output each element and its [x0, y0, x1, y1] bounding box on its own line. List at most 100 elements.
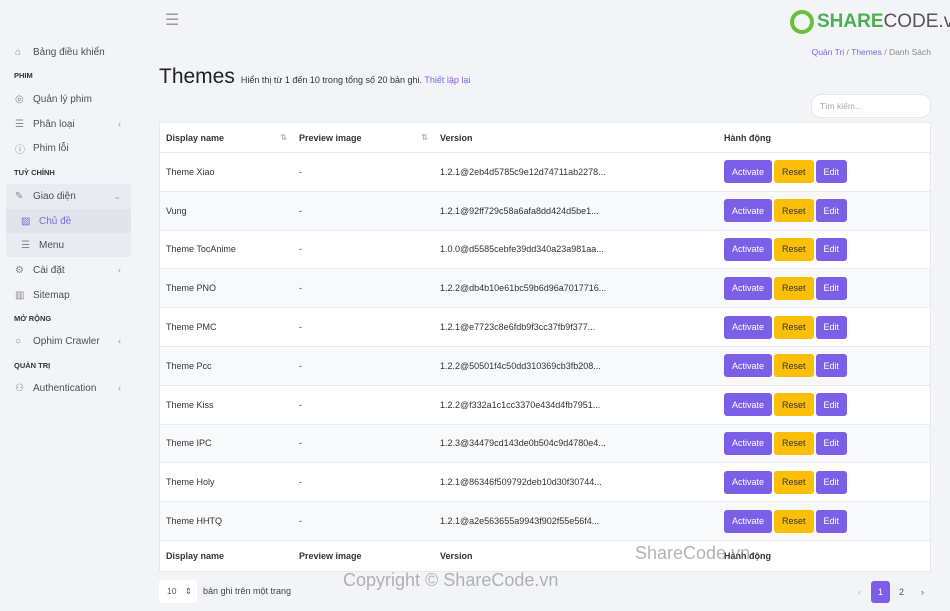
reset-button[interactable]: Reset [774, 237, 814, 261]
edit-button[interactable]: Edit [815, 470, 848, 494]
row-actions: Activate Reset Edit [718, 237, 930, 261]
breadcrumb-themes[interactable]: Themes [851, 47, 882, 57]
chevron-left-icon: ‹ [118, 265, 121, 275]
sidebar-item-movies[interactable]: ◎ Quản lý phim [6, 88, 131, 110]
page-1-button[interactable]: 1 [871, 581, 890, 603]
table-row: Theme Pcc - 1.2.2@50501f4c50dd310369cb3f… [160, 346, 930, 386]
breadcrumb: Quản Trị / Themes / Danh Sách [811, 47, 931, 57]
theme-version: 1.0.0@d5585cebfe39dd340a23a981aa... [440, 244, 604, 255]
edit-button[interactable]: Edit [815, 354, 848, 378]
table-header: Display name ⇅ Preview image ⇅ Version Hàn… [160, 123, 930, 153]
table-row: Theme Holy - 1.2.1@86346f509792deb10d30f… [160, 463, 930, 503]
activate-button[interactable]: Activate [724, 393, 773, 417]
reset-button[interactable]: Reset [774, 276, 814, 300]
chevron-left-icon: ‹ [118, 383, 121, 393]
theme-preview: - [299, 244, 302, 255]
activate-button[interactable]: Activate [724, 160, 773, 184]
activate-button[interactable]: Activate [724, 509, 773, 533]
table-footer-header: Display name Preview image Version Hành … [160, 541, 930, 571]
reset-button[interactable]: Reset [774, 160, 814, 184]
watermark-copyright: Copyright © ShareCode.vn [343, 570, 559, 590]
edit-button[interactable]: Edit [815, 431, 848, 455]
activate-button[interactable]: Activate [724, 354, 773, 378]
activate-button[interactable]: Activate [724, 276, 773, 300]
reset-button[interactable]: Reset [774, 431, 814, 455]
breadcrumb-admin[interactable]: Quản Trị [812, 47, 845, 57]
theme-preview: - [299, 166, 302, 177]
list-icon: ☰ [15, 118, 24, 130]
theme-name: Theme IPC [166, 438, 212, 449]
edit-button[interactable]: Edit [815, 237, 848, 261]
activate-button[interactable]: Activate [724, 470, 773, 494]
col-footer-preview: Preview image [299, 550, 362, 561]
map-icon: ▥ [15, 289, 25, 301]
theme-preview: - [299, 399, 302, 410]
theme-name: Theme Pcc [166, 360, 212, 371]
sidebar-item-broken[interactable]: ⓘ Phim lỗi [6, 137, 131, 159]
section-label: MỞ RỘNG [14, 314, 52, 323]
reset-button[interactable]: Reset [774, 354, 814, 378]
sidebar-item-appearance[interactable]: ✎ Giao diện ⌄ [6, 185, 131, 207]
table-row: Vung - 1.2.1@92ff729c58a6afa8dd424d5be1.… [160, 191, 930, 231]
per-page-select[interactable]: 10 ⇕ [159, 580, 197, 603]
theme-preview: - [299, 360, 302, 371]
sidebar-item-sitemap[interactable]: ▥ Sitemap [6, 284, 131, 306]
theme-name: Theme HHTQ [166, 516, 223, 527]
reset-button[interactable]: Reset [774, 315, 814, 339]
theme-version: 1.2.3@34479cd143de0b504c9d4780e4... [440, 438, 606, 449]
row-actions: Activate Reset Edit [718, 354, 930, 378]
sidebar-item-categories[interactable]: ☰ Phân loại ‹ [6, 113, 131, 135]
reset-button[interactable]: Reset [774, 509, 814, 533]
chevron-down-icon: ⌄ [113, 190, 121, 201]
sort-icon[interactable]: ⇅ [421, 133, 428, 142]
theme-name: Theme Xiao [166, 166, 215, 177]
col-header-name[interactable]: Display name ⇅ [160, 133, 293, 143]
section-label: TUỲ CHỈNH [14, 168, 55, 177]
edit-button[interactable]: Edit [815, 276, 848, 300]
row-actions: Activate Reset Edit [718, 393, 930, 417]
gear-icon: ⚙ [15, 264, 24, 276]
sidebar-item-themes[interactable]: ▨ Chủ đề [6, 210, 131, 232]
logo: SHARECODE.vn [790, 10, 950, 34]
reset-button[interactable]: Reset [774, 199, 814, 223]
record-summary: Hiển thị từ 1 đến 10 trong tổng số 20 bả… [240, 75, 471, 85]
table-row: Theme Kiss - 1.2.2@f332a1c1cc3370e434d4f… [160, 386, 930, 425]
sidebar-item-dashboard[interactable]: ⌂ Bảng điều khiển [6, 41, 131, 63]
theme-name: Vung [166, 205, 187, 216]
sidebar-item-settings[interactable]: ⚙ Cài đặt ‹ [6, 259, 131, 281]
activate-button[interactable]: Activate [724, 315, 773, 339]
prev-page-button[interactable]: ‹ [850, 581, 869, 603]
sidebar-item-menu[interactable]: ☰ Menu [6, 234, 131, 256]
reset-filter-link[interactable]: Thiết lập lại [424, 75, 470, 85]
search-input[interactable]: Tìm kiếm... [811, 94, 931, 118]
crawler-icon: ○ [15, 335, 22, 347]
table-row: Theme PMC - 1.2.1@e7723c8e6fdb9f3cc37fb9… [160, 308, 930, 347]
col-header-preview[interactable]: Preview image ⇅ [293, 133, 434, 143]
info-icon: ⓘ [15, 144, 25, 156]
theme-name: Theme Holy [166, 477, 215, 488]
reset-button[interactable]: Reset [774, 470, 814, 494]
activate-button[interactable]: Activate [724, 431, 773, 455]
menu-toggle-icon[interactable]: ☰ [165, 10, 179, 30]
theme-preview: - [299, 477, 302, 488]
reset-button[interactable]: Reset [774, 393, 814, 417]
edit-button[interactable]: Edit [815, 509, 848, 533]
per-page-label: bản ghi trên một trang [203, 586, 292, 596]
page-header: Themes Hiển thị từ 1 đến 10 trong tổng s… [159, 65, 470, 89]
edit-button[interactable]: Edit [815, 393, 848, 417]
activate-button[interactable]: Activate [724, 199, 773, 223]
theme-version: 1.2.1@a2e563655a9943f902f55e56f4... [440, 516, 600, 527]
page-2-button[interactable]: 2 [892, 581, 911, 603]
sidebar-item-auth[interactable]: ⚇ Authentication ‹ [6, 377, 131, 399]
edit-button[interactable]: Edit [815, 315, 848, 339]
edit-button[interactable]: Edit [815, 199, 848, 223]
watermark: ShareCode.vn [635, 543, 751, 563]
sort-icon[interactable]: ⇅ [280, 133, 287, 142]
chevron-left-icon: ‹ [118, 119, 121, 129]
theme-name: Theme TocAnime [166, 244, 236, 255]
sidebar-item-crawler[interactable]: ○ Ophim Crawler ‹ [6, 330, 131, 352]
table-row: Theme Xiao - 1.2.1@2eb4d5785c9e12d74711a… [160, 153, 930, 192]
next-page-button[interactable]: › [913, 581, 932, 603]
edit-button[interactable]: Edit [815, 160, 848, 184]
activate-button[interactable]: Activate [724, 237, 773, 261]
